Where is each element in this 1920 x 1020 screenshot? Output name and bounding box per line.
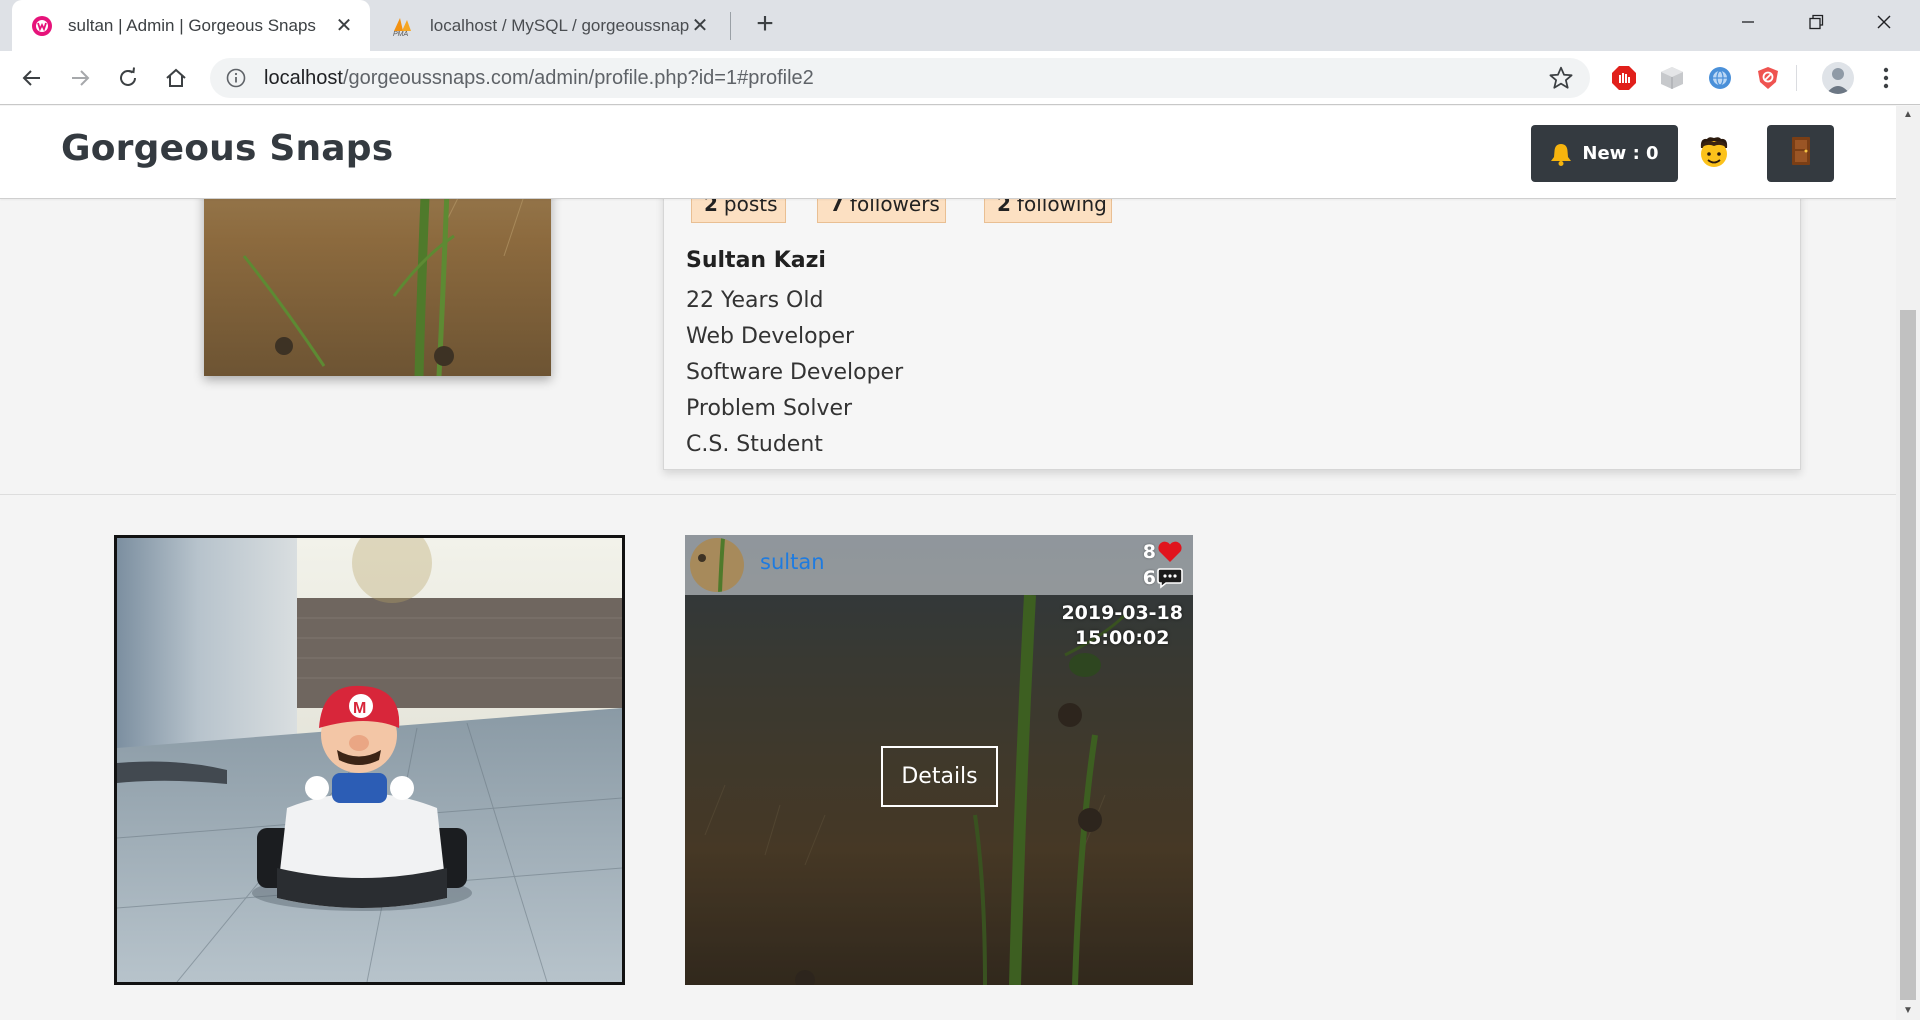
new-tab-plus-icon[interactable]: + — [748, 8, 782, 42]
post-timestamp: 2019-03-18 15:00:02 — [1061, 601, 1183, 651]
phpmyadmin-favicon-icon: PMA — [392, 14, 416, 38]
notifications-label: New : 0 — [1582, 143, 1659, 164]
post-author-username[interactable]: sultan — [760, 550, 825, 574]
tab-separator — [730, 12, 731, 40]
comments-count[interactable]: 6 — [1143, 567, 1183, 589]
forward-arrow-icon[interactable] — [62, 60, 98, 96]
post-time: 15:00:02 — [1074, 627, 1170, 649]
scrollbar-thumb[interactable] — [1900, 310, 1916, 1000]
bell-icon — [1550, 142, 1572, 166]
site-info-icon[interactable] — [224, 66, 248, 90]
post-date: 2019-03-18 — [1061, 602, 1183, 624]
browser-toolbar: localhost/gorgeoussnaps.com/admin/profil… — [0, 51, 1920, 105]
bio-line: Problem Solver — [686, 396, 853, 421]
notifications-button[interactable]: New : 0 — [1531, 125, 1678, 182]
svg-text:M: M — [353, 700, 366, 717]
bio-line: Software Developer — [686, 360, 904, 385]
logout-button[interactable] — [1767, 125, 1834, 182]
shield-extension-icon[interactable] — [1754, 64, 1782, 92]
browser-tab-inactive[interactable]: PMA localhost / MySQL / gorgeoussnaps ✕ — [374, 0, 726, 51]
scroll-down-arrow-icon[interactable]: ▼ — [1896, 1002, 1920, 1020]
site-navbar: Gorgeous Snaps New : 0 — [0, 106, 1896, 199]
user-emoji-avatar-icon[interactable] — [1697, 136, 1731, 170]
toolbar-divider — [1796, 65, 1797, 91]
post-card-hover[interactable]: sultan 8 6 2019-03-18 15:00:02 Details — [685, 535, 1193, 985]
section-divider — [0, 494, 1896, 495]
bio-line: Web Developer — [686, 324, 855, 349]
restore-window-icon[interactable] — [1782, 0, 1850, 44]
browser-menu-icon[interactable] — [1872, 64, 1900, 92]
minimize-window-icon[interactable] — [1714, 0, 1782, 44]
cube-extension-icon[interactable] — [1658, 64, 1686, 92]
scroll-up-arrow-icon[interactable]: ▲ — [1896, 106, 1920, 124]
close-tab-icon[interactable]: ✕ — [334, 13, 354, 38]
url-text: localhost/gorgeoussnaps.com/admin/profil… — [264, 66, 814, 89]
back-arrow-icon[interactable] — [14, 60, 50, 96]
post-thumbnail[interactable]: M — [114, 535, 625, 985]
page-viewport: 2 posts 7 followers 2 following Sultan Kazi… — [0, 106, 1896, 1020]
svg-text:PMA: PMA — [393, 31, 409, 37]
post-author-avatar[interactable] — [690, 538, 744, 592]
adblock-extension-icon[interactable] — [1610, 64, 1638, 92]
profile-avatar-icon[interactable] — [1822, 62, 1854, 94]
reload-icon[interactable] — [110, 60, 146, 96]
comments-value: 6 — [1142, 567, 1156, 589]
wamp-favicon-icon — [30, 14, 54, 38]
browser-tab-strip: sultan | Admin | Gorgeous Snaps ✕ PMA lo… — [0, 0, 1920, 51]
bookmark-star-icon[interactable] — [1548, 65, 1574, 91]
globe-extension-icon[interactable] — [1706, 64, 1734, 92]
likes-count[interactable]: 8 — [1143, 541, 1183, 563]
address-bar[interactable]: localhost/gorgeoussnaps.com/admin/profil… — [210, 58, 1590, 98]
home-icon[interactable] — [158, 60, 194, 96]
heart-icon — [1158, 541, 1182, 562]
likes-value: 8 — [1142, 541, 1156, 563]
tab-title: localhost / MySQL / gorgeoussnaps — [430, 15, 690, 35]
close-tab-icon[interactable]: ✕ — [690, 13, 710, 38]
browser-tab-active[interactable]: sultan | Admin | Gorgeous Snaps ✕ — [12, 0, 370, 51]
page-scrollbar[interactable]: ▲ ▼ — [1896, 106, 1920, 1020]
bio-line: 22 Years Old — [686, 288, 824, 313]
site-brand[interactable]: Gorgeous Snaps — [61, 128, 393, 169]
comment-bubble-icon — [1157, 568, 1183, 589]
profile-name: Sultan Kazi — [686, 248, 826, 273]
details-button[interactable]: Details — [881, 746, 998, 807]
bio-line: C.S. Student — [686, 432, 823, 457]
tab-title: sultan | Admin | Gorgeous Snaps — [68, 15, 316, 35]
door-icon — [1790, 136, 1812, 171]
close-window-icon[interactable] — [1850, 0, 1918, 44]
